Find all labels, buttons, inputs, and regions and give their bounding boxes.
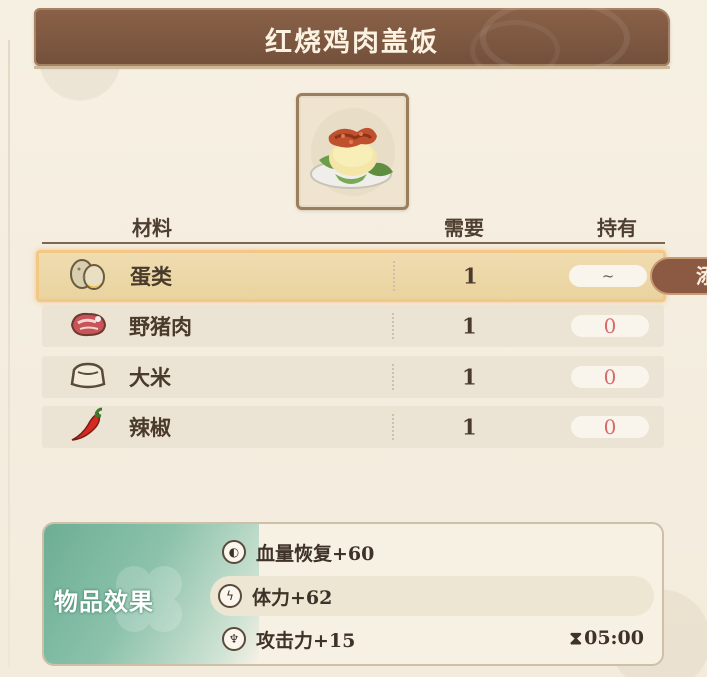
- recipe-title: 红烧鸡肉盖饭: [265, 27, 439, 58]
- ingredient-row-rice[interactable]: 大米 1 0: [42, 356, 664, 398]
- row-separator: [392, 414, 394, 440]
- chili-pepper-icon: [68, 407, 108, 447]
- column-header-material: 材料: [132, 216, 172, 240]
- ingredient-need: 1: [463, 263, 478, 289]
- ingredient-name: 辣椒: [129, 415, 171, 440]
- effect-text: 攻击力+15: [256, 629, 356, 652]
- attack-icon: ♆: [222, 627, 246, 651]
- row-separator: [393, 261, 395, 291]
- ingredient-name: 大米: [129, 365, 171, 390]
- effect-item: ϟ 体力+62: [210, 576, 654, 616]
- column-header-need: 需要: [444, 216, 484, 240]
- ingredient-need: 1: [462, 414, 477, 440]
- item-effects-panel: 物品效果 ◐ 血量恢复+60 ϟ 体力+62 ♆ 攻击力+15 ⧗ 05:00: [42, 522, 664, 666]
- heal-icon: ◐: [222, 540, 246, 564]
- effect-text: 体力+62: [252, 586, 333, 609]
- ingredient-need: 1: [462, 313, 477, 339]
- title-underline: [34, 66, 670, 69]
- ingredient-have: ~: [569, 265, 647, 287]
- ingredient-have: 0: [571, 366, 649, 388]
- effect-item: ♆ 攻击力+15: [214, 619, 514, 659]
- lightning-icon: ϟ: [218, 584, 242, 608]
- effects-label: 物品效果: [54, 587, 154, 616]
- duration-timer: ⧗ 05:00: [569, 627, 644, 649]
- dish-image-card: [296, 93, 409, 210]
- row-separator: [392, 313, 394, 339]
- frame-decoration: [8, 40, 10, 667]
- ingredient-name: 野猪肉: [129, 314, 192, 339]
- add-tab-button[interactable]: 添: [650, 257, 707, 295]
- duration-text: 05:00: [584, 627, 644, 649]
- row-separator: [392, 364, 394, 390]
- header-divider: [42, 242, 665, 244]
- ingredient-row-boar-meat[interactable]: 野猪肉 1 0: [42, 305, 664, 347]
- column-header-have: 持有: [597, 216, 637, 240]
- ingredient-name: 蛋类: [130, 264, 172, 289]
- effect-text: 血量恢复+60: [256, 542, 375, 565]
- boar-meat-icon: [68, 309, 108, 343]
- ingredient-need: 1: [462, 364, 477, 390]
- ingredient-have: 0: [571, 315, 649, 337]
- hourglass-icon: ⧗: [569, 627, 583, 649]
- rice-sack-icon: [68, 360, 108, 394]
- ingredient-row-chili[interactable]: 辣椒 1 0: [42, 406, 664, 448]
- effect-item: ◐ 血量恢复+60: [214, 532, 654, 572]
- eggs-icon: [69, 257, 107, 295]
- title-banner: 红烧鸡肉盖饭: [34, 8, 670, 66]
- ingredient-have: 0: [571, 416, 649, 438]
- add-tab-label: 添: [696, 264, 707, 288]
- ingredient-row-eggs[interactable]: 蛋类 1 ~: [36, 250, 666, 302]
- braised-chicken-rice-icon: [310, 108, 395, 196]
